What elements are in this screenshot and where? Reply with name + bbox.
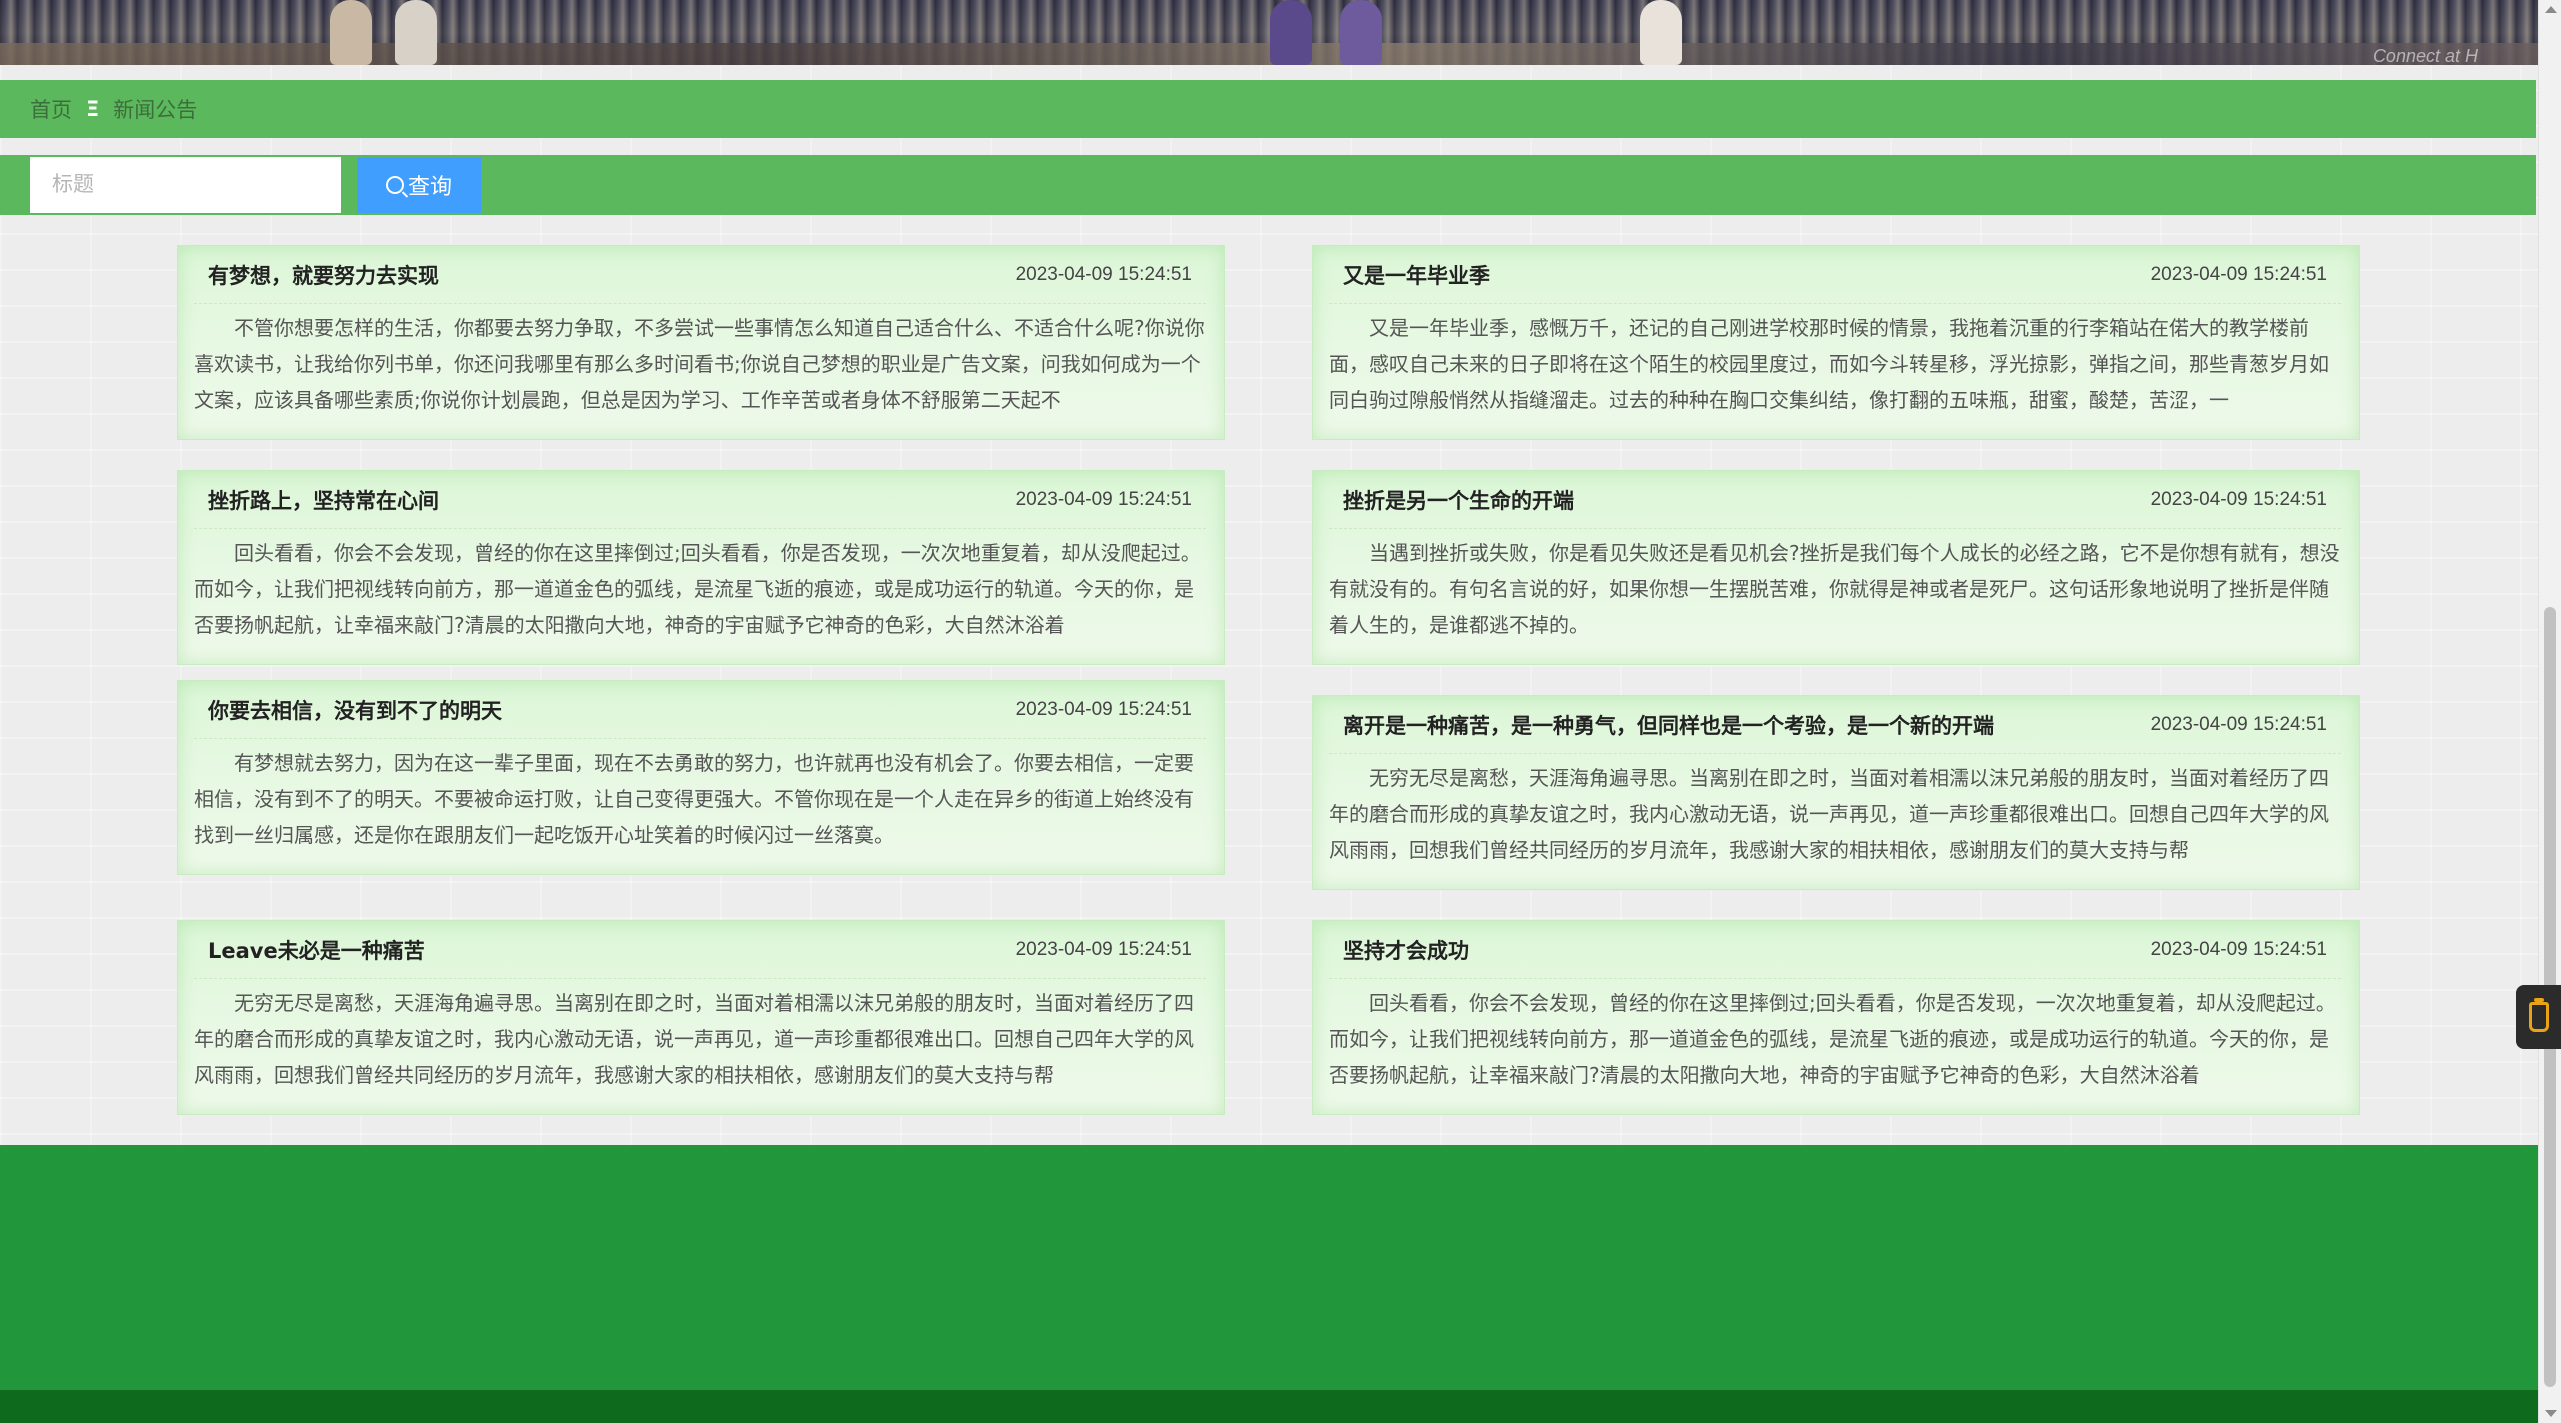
- news-excerpt: 无穷无尽是离愁，天涯海角遍寻思。当离别在即之时，当面对着相濡以沫兄弟般的朋友时，…: [1329, 766, 2329, 862]
- search-button[interactable]: 查询: [357, 157, 481, 213]
- banner-floor: [0, 43, 2538, 65]
- news-time: 2023-04-09 15:24:51: [2150, 938, 2327, 960]
- breadcrumb-home[interactable]: 首页: [30, 94, 72, 124]
- news-excerpt: 回头看看，你会不会发现，曾经的你在这里摔倒过;回头看看，你是否发现，一次次地重复…: [194, 541, 1201, 637]
- breadcrumb-separator: Ξ: [86, 97, 100, 121]
- news-excerpt: 当遇到挫折或失败，你是看见失败还是看见机会?挫折是我们每个人成长的必经之路，它不…: [1329, 541, 2340, 637]
- search-icon: [385, 176, 404, 194]
- banner-caption: Connect at H: [2372, 46, 2478, 65]
- news-card[interactable]: 你要去相信，没有到不了的明天 2023-04-09 15:24:51 有梦想就去…: [177, 680, 1225, 875]
- news-title: Leave未必是一种痛苦: [208, 938, 425, 963]
- news-card[interactable]: 又是一年毕业季 2023-04-09 15:24:51 又是一年毕业季，感慨万千…: [1312, 245, 2360, 440]
- news-time: 2023-04-09 15:24:51: [2150, 263, 2327, 285]
- news-card[interactable]: 有梦想，就要努力去实现 2023-04-09 15:24:51 不管你想要怎样的…: [177, 245, 1225, 440]
- news-time: 2023-04-09 15:24:51: [2150, 488, 2327, 510]
- news-time: 2023-04-09 15:24:51: [2150, 713, 2327, 735]
- news-card-header: 坚持才会成功 2023-04-09 15:24:51: [1329, 921, 2341, 979]
- news-excerpt: 不管你想要怎样的生活，你都要去努力争取，不多尝试一些事情怎么知道自己适合什么、不…: [194, 316, 1205, 412]
- search-input[interactable]: [30, 157, 341, 213]
- news-excerpt: 回头看看，你会不会发现，曾经的你在这里摔倒过;回头看看，你是否发现，一次次地重复…: [1329, 991, 2336, 1087]
- header-banner-image: Connect at H: [0, 0, 2538, 65]
- banner-figure: [395, 0, 437, 65]
- news-title: 又是一年毕业季: [1343, 263, 1490, 288]
- news-card[interactable]: 离开是一种痛苦，是一种勇气，但同样也是一个考验，是一个新的开端 2023-04-…: [1312, 695, 2360, 890]
- news-card-header: 挫折是另一个生命的开端 2023-04-09 15:24:51: [1329, 471, 2341, 529]
- banner-figure: [1270, 0, 1312, 65]
- news-card-header: 有梦想，就要努力去实现 2023-04-09 15:24:51: [194, 246, 1206, 304]
- news-excerpt: 有梦想就去努力，因为在这一辈子里面，现在不去勇敢的努力，也许就再也没有机会了。你…: [194, 751, 1194, 847]
- cup-icon: [2528, 998, 2549, 1032]
- news-card[interactable]: 坚持才会成功 2023-04-09 15:24:51 回头看看，你会不会发现，曾…: [1312, 920, 2360, 1115]
- news-title: 离开是一种痛苦，是一种勇气，但同样也是一个考验，是一个新的开端: [1343, 713, 1994, 738]
- news-time: 2023-04-09 15:24:51: [1015, 938, 1192, 960]
- news-time: 2023-04-09 15:24:51: [1015, 698, 1192, 720]
- news-title: 挫折路上，坚持常在心间: [208, 488, 439, 513]
- side-floating-widget[interactable]: [2516, 985, 2561, 1049]
- news-excerpt: 无穷无尽是离愁，天涯海角遍寻思。当离别在即之时，当面对着相濡以沫兄弟般的朋友时，…: [194, 991, 1194, 1087]
- breadcrumb-current: 新闻公告: [113, 98, 198, 122]
- search-button-label: 查询: [407, 175, 452, 200]
- news-title: 坚持才会成功: [1343, 938, 1469, 963]
- footer: [0, 1145, 2538, 1390]
- news-card-header: 你要去相信，没有到不了的明天 2023-04-09 15:24:51: [194, 681, 1206, 739]
- search-bar: 查询: [0, 155, 2536, 215]
- news-card-header: 离开是一种痛苦，是一种勇气，但同样也是一个考验，是一个新的开端 2023-04-…: [1329, 696, 2341, 754]
- banner-figure: [1340, 0, 1382, 65]
- news-card-header: Leave未必是一种痛苦 2023-04-09 15:24:51: [194, 921, 1206, 979]
- vertical-scrollbar[interactable]: [2538, 0, 2561, 1423]
- news-card[interactable]: 挫折路上，坚持常在心间 2023-04-09 15:24:51 回头看看，你会不…: [177, 470, 1225, 665]
- news-title: 你要去相信，没有到不了的明天: [208, 698, 502, 723]
- news-card[interactable]: 挫折是另一个生命的开端 2023-04-09 15:24:51 当遇到挫折或失败…: [1312, 470, 2360, 665]
- news-time: 2023-04-09 15:24:51: [1015, 263, 1192, 285]
- news-card[interactable]: Leave未必是一种痛苦 2023-04-09 15:24:51 无穷无尽是离愁…: [177, 920, 1225, 1115]
- scroll-up-arrow-icon[interactable]: [2545, 6, 2557, 13]
- news-time: 2023-04-09 15:24:51: [1015, 488, 1192, 510]
- news-title: 挫折是另一个生命的开端: [1343, 488, 1574, 513]
- breadcrumb: 首页 Ξ 新闻公告: [0, 80, 2536, 138]
- footer-bottom-bar: [0, 1390, 2538, 1423]
- news-card-header: 挫折路上，坚持常在心间 2023-04-09 15:24:51: [194, 471, 1206, 529]
- page: Connect at H 首页 Ξ 新闻公告 查询 有梦想，就要努力去实现 20…: [0, 0, 2561, 1423]
- news-card-header: 又是一年毕业季 2023-04-09 15:24:51: [1329, 246, 2341, 304]
- scroll-down-arrow-icon[interactable]: [2545, 1410, 2557, 1417]
- banner-figure: [330, 0, 372, 65]
- news-title: 有梦想，就要努力去实现: [208, 263, 439, 288]
- news-excerpt: 又是一年毕业季，感慨万千，还记的自己刚进学校那时候的情景，我拖着沉重的行李箱站在…: [1329, 316, 2329, 412]
- banner-figure: [1640, 0, 1682, 65]
